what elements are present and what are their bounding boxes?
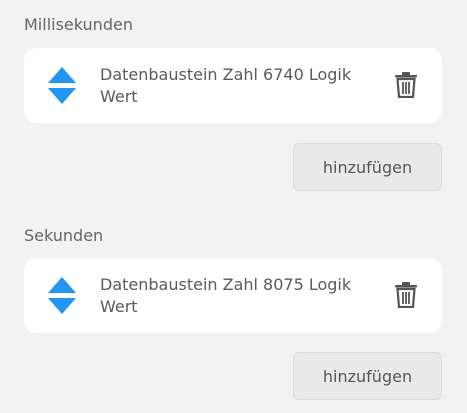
- list-item: Datenbaustein Zahl 6740 Logik Wert: [24, 48, 442, 123]
- add-button[interactable]: hinzufügen: [293, 352, 442, 400]
- section-label: Sekunden: [24, 226, 104, 245]
- list-item-label: Datenbaustein Zahl 8075 Logik Wert: [100, 275, 352, 316]
- trash-icon[interactable]: [395, 72, 417, 98]
- list-item: Datenbaustein Zahl 8075 Logik Wert: [24, 258, 442, 333]
- sort-arrows-icon[interactable]: [48, 67, 76, 105]
- sort-arrows-icon[interactable]: [48, 277, 76, 315]
- list-item-label: Datenbaustein Zahl 6740 Logik Wert: [100, 65, 352, 106]
- add-button[interactable]: hinzufügen: [293, 143, 442, 191]
- section-label: Millisekunden: [24, 15, 133, 34]
- trash-icon[interactable]: [395, 282, 417, 308]
